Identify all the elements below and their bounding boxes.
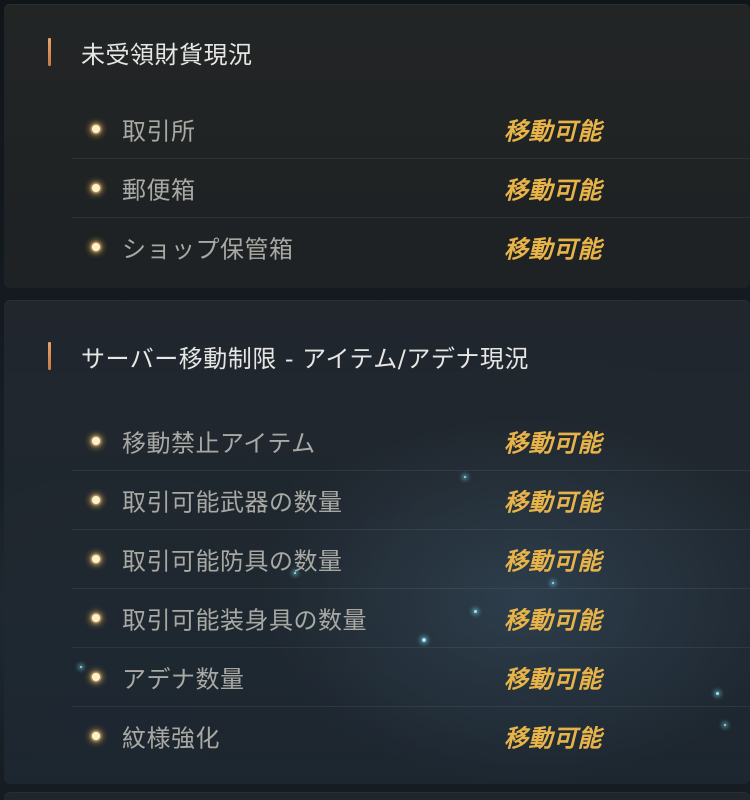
unclaimed-goods-panel: 未受領財貨現況 取引所 移動可能 郵便箱 移動可能 ショップ保管箱 移動可能 [4,4,750,288]
next-panel-edge [4,792,750,800]
row-status: 移動可能 [504,606,602,635]
row-label: 紋様強化 [122,724,220,753]
section-title: 未受領財貨現況 [81,40,253,69]
bullet-icon [92,673,100,681]
row-label: 取引所 [122,117,196,146]
status-row: 取引可能防具の数量 移動可能 [72,530,750,589]
row-status: 移動可能 [504,547,602,576]
row-status: 移動可能 [504,429,602,458]
status-row: 郵便箱 移動可能 [72,159,750,218]
row-status: 移動可能 [504,724,602,753]
status-row: 移動禁止アイテム 移動可能 [72,412,750,471]
row-status: 移動可能 [504,176,602,205]
row-label: 取引可能武器の数量 [122,488,343,517]
row-status: 移動可能 [504,117,602,146]
sparkle-particle [474,610,477,613]
row-label: 取引可能防具の数量 [122,547,343,576]
bullet-icon [92,555,100,563]
sparkle-particle [716,692,719,695]
status-row: 取引所 移動可能 [72,100,750,159]
sparkle-particle [422,638,426,642]
row-status: 移動可能 [504,488,602,517]
status-row: 取引可能武器の数量 移動可能 [72,471,750,530]
status-list: 取引所 移動可能 郵便箱 移動可能 ショップ保管箱 移動可能 [72,100,750,276]
server-transfer-restriction-panel: サーバー移動制限 - アイテム/アデナ現況 移動禁止アイテム 移動可能 取引可能… [4,300,750,784]
bullet-icon [92,732,100,740]
bullet-icon [92,125,100,133]
sparkle-particle [724,724,726,726]
bullet-icon [92,614,100,622]
row-label: 取引可能装身具の数量 [122,606,367,635]
section-header: 未受領財貨現況 [48,36,253,69]
sparkle-particle [294,572,296,574]
status-row: アデナ数量 移動可能 [72,648,750,707]
bullet-icon [92,496,100,504]
status-row: ショップ保管箱 移動可能 [72,218,750,276]
section-header: サーバー移動制限 - アイテム/アデナ現況 [48,340,529,373]
section-title: サーバー移動制限 - アイテム/アデナ現況 [81,344,529,373]
row-label: ショップ保管箱 [122,235,294,264]
sparkle-particle [552,582,554,584]
row-label: アデナ数量 [122,665,245,694]
bullet-icon [92,184,100,192]
header-accent-bar [48,38,51,66]
row-label: 移動禁止アイテム [122,429,316,458]
bullet-icon [92,437,100,445]
row-label: 郵便箱 [122,176,196,205]
header-accent-bar [48,342,51,370]
status-row: 取引可能装身具の数量 移動可能 [72,589,750,648]
sparkle-particle [464,476,466,478]
bullet-icon [92,243,100,251]
status-list: 移動禁止アイテム 移動可能 取引可能武器の数量 移動可能 取引可能防具の数量 移… [72,412,750,765]
sparkle-particle [80,666,82,668]
row-status: 移動可能 [504,235,602,264]
server-transfer-status-screen: 未受領財貨現況 取引所 移動可能 郵便箱 移動可能 ショップ保管箱 移動可能 サ [0,0,750,800]
row-status: 移動可能 [504,665,602,694]
status-row: 紋様強化 移動可能 [72,707,750,765]
